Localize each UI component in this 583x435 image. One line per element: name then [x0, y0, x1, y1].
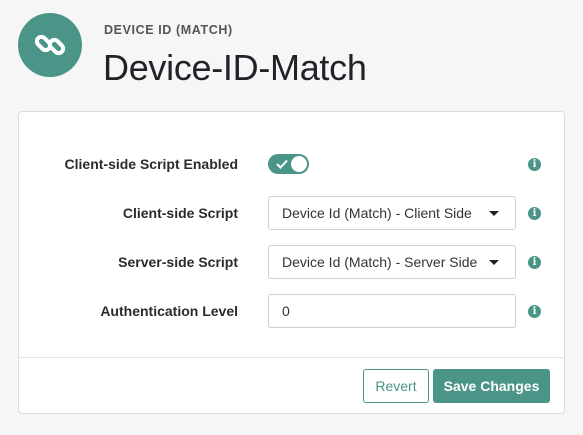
server-script-label: Server-side Script	[118, 254, 238, 270]
row-server-script: Server-side Script Device Id (Match) - S…	[19, 245, 564, 279]
chain-link-icon	[34, 34, 66, 56]
check-icon	[276, 159, 288, 169]
auth-level-label: Authentication Level	[100, 303, 238, 319]
revert-button[interactable]: Revert	[363, 369, 429, 403]
row-client-script: Client-side Script Device Id (Match) - C…	[19, 196, 564, 230]
caret-down-icon	[489, 211, 499, 216]
page-header: DEVICE ID (MATCH) Device-ID-Match	[18, 13, 578, 93]
footer-divider	[19, 357, 564, 358]
toggle-knob	[291, 156, 307, 172]
client-script-value: Device Id (Match) - Client Side	[282, 205, 472, 221]
client-script-label: Client-side Script	[122, 205, 238, 221]
info-icon[interactable]: i	[528, 305, 541, 318]
client-script-select[interactable]: Device Id (Match) - Client Side	[268, 196, 516, 230]
info-icon[interactable]: i	[528, 158, 541, 171]
settings-card: Client-side Script Enabled i Client-side…	[18, 111, 565, 414]
page-title: Device-ID-Match	[103, 47, 367, 88]
page-subtitle: DEVICE ID (MATCH)	[104, 23, 233, 37]
client-script-enabled-label: Client-side Script Enabled	[64, 156, 238, 172]
client-script-enabled-toggle[interactable]	[268, 154, 309, 174]
server-script-select[interactable]: Device Id (Match) - Server Side	[268, 245, 516, 279]
info-icon[interactable]: i	[528, 256, 541, 269]
caret-down-icon	[489, 260, 499, 265]
info-icon[interactable]: i	[528, 207, 541, 220]
save-changes-button[interactable]: Save Changes	[433, 369, 550, 403]
row-auth-level: Authentication Level i	[19, 294, 564, 328]
server-script-value: Device Id (Match) - Server Side	[282, 254, 478, 270]
row-client-script-enabled: Client-side Script Enabled i	[19, 147, 564, 181]
auth-level-input[interactable]	[268, 294, 516, 328]
node-logo	[18, 13, 82, 77]
